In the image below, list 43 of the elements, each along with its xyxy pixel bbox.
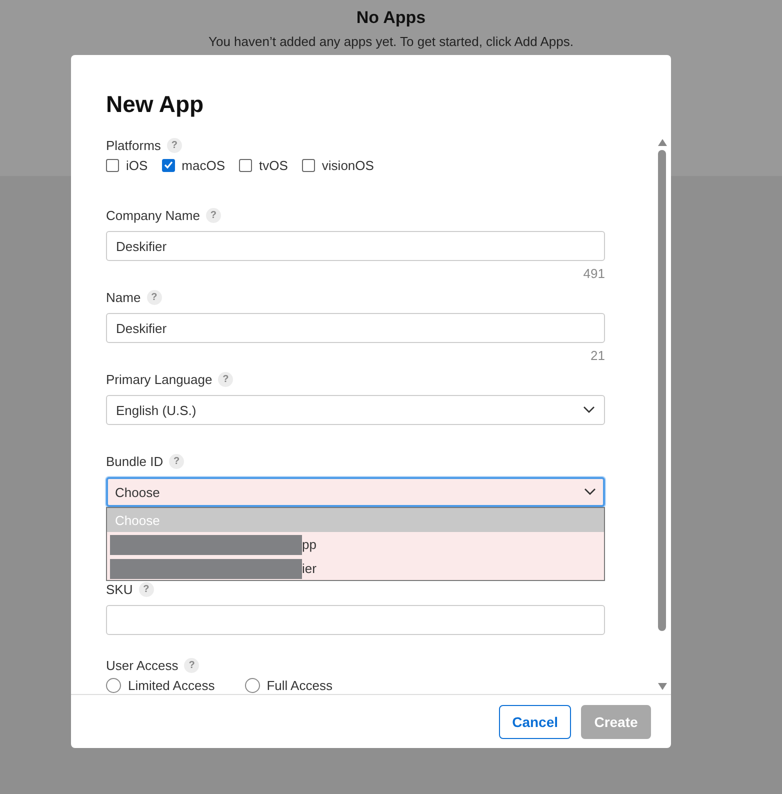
text-field[interactable]: Deskifier — [106, 313, 605, 343]
help-button[interactable]: ? — [206, 208, 221, 222]
dropdown-option[interactable]: pp — [107, 532, 604, 556]
help-button[interactable]: ? — [218, 372, 234, 386]
cancel-button[interactable]: Cancel — [499, 704, 571, 738]
select-field[interactable]: English (U.S.) — [106, 395, 605, 425]
empty-state-message: You haven’t added any apps yet. To get started, click Add Apps. — [208, 34, 574, 49]
checkbox-label: macOS — [182, 158, 226, 172]
field-label: User Access — [106, 658, 178, 672]
checkbox-label: visionOS — [322, 158, 374, 172]
field-label: Company Name — [106, 208, 200, 222]
checkbox[interactable] — [162, 158, 175, 172]
help-button[interactable]: ? — [166, 138, 182, 152]
select-field[interactable]: Choose — [106, 477, 605, 507]
radio-label: Full Access — [266, 678, 332, 692]
scroll-down-arrow-icon[interactable] — [658, 683, 666, 690]
chevron-down-icon — [584, 488, 596, 496]
field-label: Primary Language — [106, 372, 212, 386]
checkbox[interactable] — [239, 158, 252, 172]
scroll-up-arrow-icon[interactable] — [658, 139, 666, 146]
empty-state-title: No Apps — [356, 8, 426, 28]
checkbox[interactable] — [302, 158, 315, 172]
help-button[interactable]: ? — [146, 290, 162, 304]
radio-button[interactable] — [244, 678, 260, 692]
character-count: 491 — [582, 265, 605, 283]
checkbox-label: iOS — [126, 158, 148, 172]
field-label: Platforms — [106, 138, 161, 152]
text-field[interactable] — [106, 605, 605, 635]
checkbox-label: tvOS — [259, 158, 288, 172]
help-button[interactable]: ? — [184, 658, 200, 672]
help-button[interactable]: ? — [169, 454, 184, 468]
text-field[interactable]: Deskifier — [106, 231, 605, 261]
dropdown-option[interactable]: ier — [107, 556, 604, 580]
radio-button[interactable] — [106, 678, 121, 692]
character-count: 21 — [590, 347, 605, 365]
dialog-title: New App — [106, 91, 205, 119]
field-label: Name — [106, 290, 141, 304]
radio-label: Limited Access — [128, 678, 215, 692]
help-button[interactable]: ? — [138, 582, 154, 596]
chevron-down-icon — [583, 406, 595, 414]
field-label: Bundle ID — [106, 454, 164, 468]
field-label: SKU — [106, 582, 133, 596]
checkbox[interactable] — [106, 158, 119, 172]
